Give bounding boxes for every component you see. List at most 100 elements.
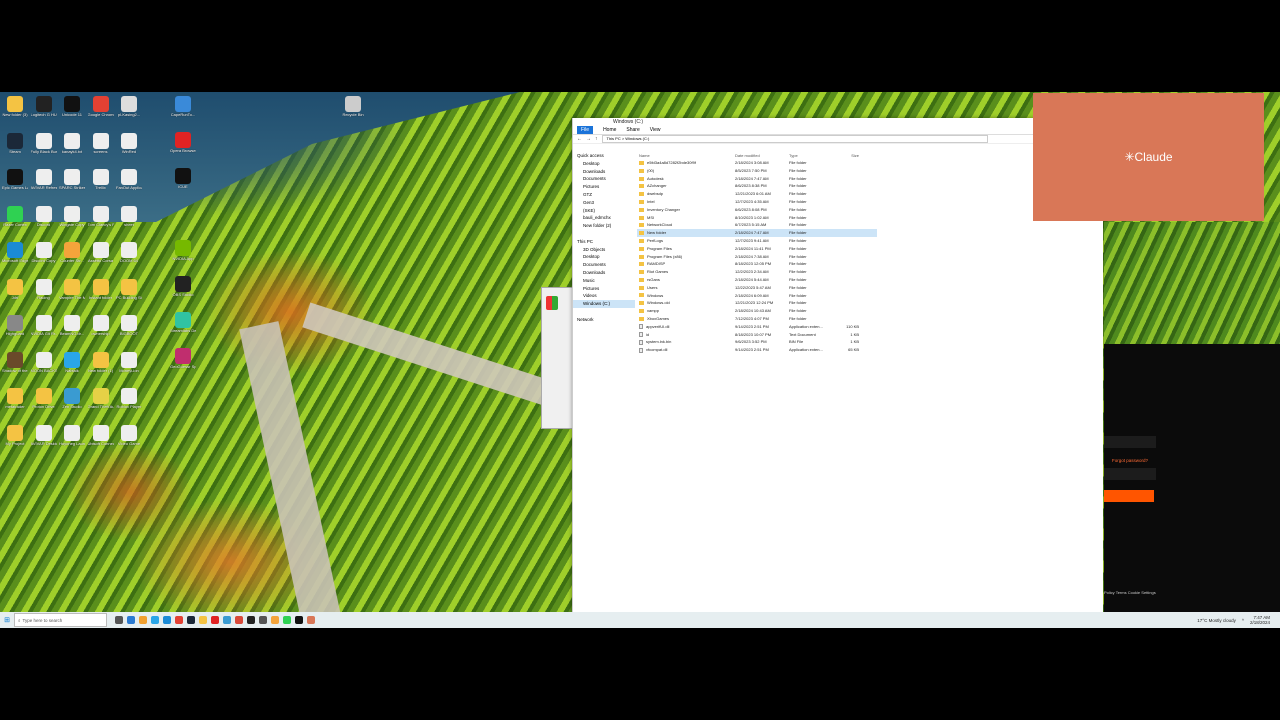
desktop-icon[interactable]: BIGBOOT: [116, 315, 142, 336]
nav-item[interactable]: Windows (C:): [573, 300, 635, 308]
desktop-icon[interactable]: Counter Str...: [59, 242, 85, 263]
desktop-icon[interactable]: Discord: [31, 205, 57, 227]
desktop-icon[interactable]: Grand Theft Auto V En...: [88, 388, 114, 409]
file-row[interactable]: Autodesk 2/18/2024 7:47 AM File folder: [637, 175, 877, 183]
desktop-icon[interactable]: ownership: [88, 315, 114, 336]
desktop-icon[interactable]: New folder (1): [88, 351, 114, 373]
nav-item[interactable]: Quick access: [573, 152, 635, 160]
desktop-icon[interactable]: Fully Black Burger P...: [31, 132, 57, 154]
desktop-icon[interactable]: My Project: [2, 424, 28, 446]
windows-start-icon[interactable]: ⊞: [0, 616, 14, 624]
column-size[interactable]: Size: [835, 152, 859, 159]
desktop-icon[interactable]: MoneyLion: [116, 351, 142, 373]
desktop-icon[interactable]: Roblox Player: [116, 388, 142, 409]
ribbon-share-tab[interactable]: Share: [626, 126, 639, 134]
desktop-icon[interactable]: sheet: [116, 205, 142, 227]
file-row[interactable]: dwebsdp 12/21/2023 6:01 AM File folder: [637, 190, 877, 198]
desktop-icon[interactable]: Zen Studio: [59, 388, 85, 409]
taskbar-app-icon[interactable]: [115, 616, 123, 624]
desktop-icon[interactable]: Discord Copy: [31, 242, 57, 263]
taskbar-app-icon[interactable]: [247, 616, 255, 624]
file-row[interactable]: Windows.old 12/21/2023 12:24 PM File folde…: [637, 299, 877, 307]
address-bar[interactable]: This PC > Windows (C:): [601, 135, 988, 143]
desktop-icon[interactable]: iCUE: [170, 168, 196, 189]
file-row[interactable]: Program Files (x86) 2/18/2024 7:38 AM File…: [637, 253, 877, 261]
ribbon-view-tab[interactable]: View: [650, 126, 661, 134]
file-row[interactable]: AZchanger 8/6/2023 8:38 PM File folder: [637, 182, 877, 190]
nav-item[interactable]: Gen3: [573, 199, 635, 207]
desktop-icon[interactable]: GeoGuessr Speed E...: [170, 348, 196, 369]
forgot-password-link[interactable]: Forgot password?: [1112, 458, 1148, 463]
file-row[interactable]: e5fd3a4a8d7282f2bde30f9f 2/18/2024 3:08 A…: [637, 159, 877, 167]
up-arrow-icon[interactable]: ↑: [595, 136, 598, 142]
nav-item[interactable]: (SKE): [573, 207, 635, 215]
desktop-icon[interactable]: PC Building Simulator: [116, 278, 142, 300]
tray-chevron-icon[interactable]: ^: [1242, 618, 1244, 623]
taskbar-app-icon[interactable]: [127, 616, 135, 624]
security-dialog[interactable]: [541, 287, 575, 429]
ribbon-home-tab[interactable]: Home: [603, 126, 616, 134]
desktop-icon[interactable]: Hoyoneg Launcher: [59, 424, 85, 446]
file-row[interactable]: (00) 8/5/2023 7:50 PM File folder: [637, 167, 877, 175]
nav-item[interactable]: Videos: [573, 292, 635, 300]
file-row[interactable]: Inventory Changer 6/6/2023 8:08 PM File fo…: [637, 206, 877, 214]
desktop-icon[interactable]: Epic Games Launcher: [2, 169, 28, 190]
file-row[interactable]: Users 12/22/2023 5:47 AM File folder: [637, 284, 877, 292]
taskbar-app-icon[interactable]: [283, 616, 291, 624]
file-row[interactable]: Intel 12/7/2023 4:35 AM File folder: [637, 198, 877, 206]
file-row[interactable]: PerfLogs 12/7/2023 9:41 AM File folder: [637, 237, 877, 245]
column-name[interactable]: Name: [637, 152, 735, 159]
desktop-icon[interactable]: pl-Kasing2...: [116, 96, 142, 117]
file-row[interactable]: vfcompat.dll 9/14/2023 2:51 PM Application…: [637, 346, 877, 354]
taskbar-app-icon[interactable]: [223, 616, 231, 624]
nav-item[interactable]: bauli_edmchx: [573, 214, 635, 222]
desktop-icon[interactable]: FanOut Applications: [116, 169, 142, 190]
file-row[interactable]: Riot Games 12/2/2023 2:34 AM File folder: [637, 268, 877, 276]
nav-item[interactable]: [573, 230, 635, 238]
nav-item[interactable]: Desktop: [573, 253, 635, 261]
desktop-icon[interactable]: Video Game: [116, 424, 142, 446]
nav-item[interactable]: This PC: [573, 238, 635, 246]
desktop-icon[interactable]: CapeRunTo...: [170, 96, 196, 117]
forward-arrow-icon[interactable]: →: [586, 136, 591, 142]
desktop-icon[interactable]: Highguard: [2, 315, 28, 336]
desktop-icon[interactable]: Assetto Corsa: [88, 242, 114, 263]
file-row[interactable]: RAMDISP 8/18/2023 12:05 PM File folder: [637, 260, 877, 268]
desktop-icon[interactable]: AVIVAR Desktop: [31, 424, 57, 446]
desktop-icon[interactable]: Logitech G HUB: [31, 96, 57, 117]
desktop-icon[interactable]: SPARC Strikes Ta...: [59, 169, 85, 190]
desktop-icon[interactable]: Trellix: [88, 169, 114, 190]
nav-item[interactable]: Pictures: [573, 183, 635, 191]
nav-item[interactable]: Music: [573, 277, 635, 285]
nav-item[interactable]: Documents: [573, 261, 635, 269]
taskbar-app-icon[interactable]: [187, 616, 195, 624]
taskbar-app-icon[interactable]: [199, 616, 207, 624]
desktop-icon[interactable]: kanayk4.txt: [59, 132, 85, 154]
taskbar-app-icon[interactable]: [235, 616, 243, 624]
file-row[interactable]: Program Files 2/18/2024 11:41 PM File fold…: [637, 245, 877, 253]
nav-item[interactable]: Desktop: [573, 160, 635, 168]
taskbar-search[interactable]: ⌕ Type here to search: [14, 613, 107, 627]
nav-item[interactable]: Network: [573, 316, 635, 324]
password-field[interactable]: [1104, 468, 1156, 480]
desktop-icon[interactable]: Ubisoft Connect: [88, 424, 114, 446]
ribbon-file-tab[interactable]: File: [577, 126, 594, 134]
desktop-icon[interactable]: Streamlabs Desktop: [170, 312, 196, 333]
desktop-icon[interactable]: Racing: [31, 278, 57, 300]
column-date[interactable]: Date modified: [735, 152, 789, 159]
file-row[interactable]: MSI 8/10/2023 1:02 AM File folder: [637, 214, 877, 222]
nav-item[interactable]: GTZ: [573, 191, 635, 199]
taskbar-app-icon[interactable]: [151, 616, 159, 624]
desktop-icon[interactable]: AVIVAR Refresh: [31, 169, 57, 190]
file-row[interactable]: appverifUI.dll 9/14/2023 2:51 PM Applicati…: [637, 323, 877, 331]
footer-links[interactable]: Policy Terms Cookie Settings: [1104, 590, 1156, 595]
desktop-icon[interactable]: NVIDIA Git Rr...: [31, 315, 57, 336]
login-button[interactable]: [1104, 490, 1154, 502]
desktop-icon[interactable]: BeamNG.dr...: [59, 315, 85, 336]
desktop-icon[interactable]: Recycle Bin: [340, 96, 366, 117]
nav-item[interactable]: New folder (2): [573, 222, 635, 230]
desktop-icon[interactable]: Opera Browser: [170, 132, 196, 153]
taskbar-app-icon[interactable]: [211, 616, 219, 624]
desktop-icon[interactable]: Tom Clancy's Rainbow Six: [88, 205, 114, 227]
desktop-icon[interactable]: Nabtalk: [59, 351, 85, 373]
